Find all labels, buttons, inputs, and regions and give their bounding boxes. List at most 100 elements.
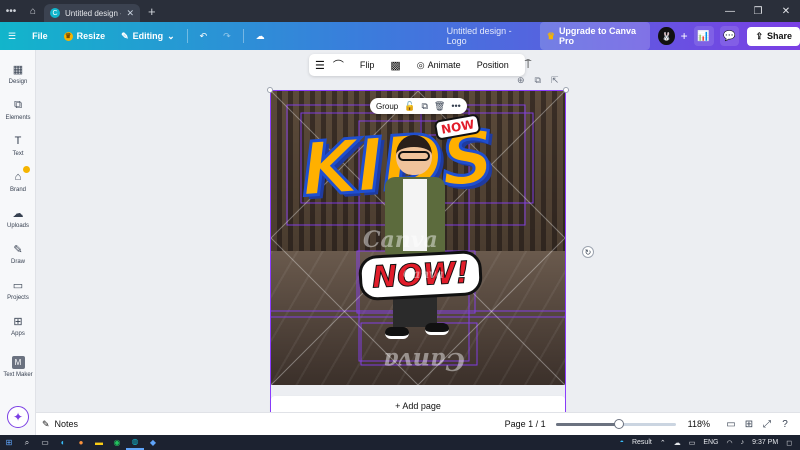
design-icon: ▦ bbox=[12, 63, 24, 76]
clock[interactable]: 9:37 PM bbox=[752, 439, 778, 446]
fullscreen-icon[interactable]: ⤢ bbox=[758, 419, 776, 430]
sidebar-item-apps[interactable]: ⊞ Apps bbox=[0, 314, 36, 338]
sidebar-item-design[interactable]: ▦ Design bbox=[0, 62, 36, 86]
main-menu-icon[interactable]: ☰ bbox=[0, 22, 24, 50]
windows-start-icon[interactable]: ⊞ bbox=[0, 435, 18, 450]
character-glasses bbox=[398, 151, 430, 161]
close-tab-icon[interactable]: ✕ bbox=[126, 8, 134, 19]
magic-assistant-icon[interactable]: ✦ bbox=[7, 406, 29, 428]
trash-icon[interactable]: 🗑 bbox=[434, 101, 445, 112]
insights-chart-icon[interactable]: 📊 bbox=[693, 26, 714, 46]
zoom-slider-thumb[interactable] bbox=[614, 418, 625, 429]
elements-icon: ⧉ bbox=[14, 98, 22, 111]
battery-icon[interactable]: ▭ bbox=[689, 439, 696, 447]
canva-watermark: Canva bbox=[363, 227, 438, 253]
copy-icon[interactable]: ⧉ bbox=[421, 101, 427, 112]
lock-icon[interactable]: 🔓 bbox=[404, 101, 415, 112]
canva-favicon-icon: C bbox=[50, 8, 60, 18]
close-window-icon[interactable]: ✕ bbox=[772, 6, 800, 17]
zoom-slider[interactable] bbox=[555, 418, 676, 429]
resize-button[interactable]: ♛ Resize bbox=[56, 22, 114, 50]
rotate-icon[interactable]: ↻ bbox=[582, 246, 594, 258]
chrome-icon[interactable]: ◉ bbox=[108, 435, 126, 450]
avatar[interactable]: 🐰 bbox=[658, 27, 675, 45]
undo-button[interactable]: ↶ bbox=[192, 22, 216, 50]
notes-icon: ✎ bbox=[42, 418, 50, 429]
sidebar-item-draw[interactable]: ✎ Draw bbox=[0, 242, 36, 266]
share-label: Share bbox=[766, 31, 792, 41]
design-canvas[interactable]: KIDS NOW NOW! Canva Canva Canva bbox=[271, 91, 565, 385]
more-options-icon[interactable]: ••• bbox=[451, 101, 460, 111]
sidebar-item-text[interactable]: T Text bbox=[0, 134, 36, 157]
sidebar-item-label: Text bbox=[12, 151, 24, 157]
add-page-icon[interactable]: ⇱ bbox=[551, 75, 559, 86]
file-menu-button[interactable]: File bbox=[24, 22, 56, 50]
resize-label: Resize bbox=[76, 31, 106, 41]
cloud-save-icon[interactable]: ☁ bbox=[248, 22, 273, 50]
help-icon[interactable]: ? bbox=[776, 419, 794, 430]
align-icon[interactable]: ☰ bbox=[315, 59, 325, 72]
uploads-icon: ☁ bbox=[12, 207, 24, 220]
position-button[interactable]: Position bbox=[477, 60, 509, 70]
resize-handle-top-right[interactable] bbox=[563, 87, 569, 93]
comments-icon[interactable]: 💬 bbox=[719, 26, 740, 46]
editor-header: ☰ File ♛ Resize ✎ Editing ⌄ ↶ ↷ ☁ Untitl… bbox=[0, 22, 800, 50]
maximize-icon[interactable]: ❐ bbox=[744, 6, 772, 17]
divider bbox=[242, 29, 244, 43]
wifi-icon[interactable]: ◠ bbox=[727, 439, 733, 447]
notes-label: Notes bbox=[54, 419, 79, 429]
duplicate-page-icon[interactable]: ⧉ bbox=[535, 75, 541, 86]
new-tab-icon[interactable]: + bbox=[148, 4, 156, 19]
paint-roller-icon[interactable]: ⍑ bbox=[525, 59, 532, 72]
weather-label[interactable]: Result bbox=[632, 439, 652, 446]
resize-handle-top-left[interactable] bbox=[267, 87, 273, 93]
zoom-slider-fill bbox=[555, 422, 620, 426]
workspaces-icon[interactable]: ⌂ bbox=[22, 0, 44, 22]
browser-tab[interactable]: C Untitled design - L... ✕ bbox=[44, 4, 140, 22]
transparency-icon[interactable]: ▩ bbox=[390, 59, 400, 72]
pro-badge bbox=[23, 166, 30, 173]
app-icon[interactable]: ◆ bbox=[144, 435, 162, 450]
grid-view-icon[interactable]: ⊞ bbox=[740, 419, 758, 430]
search-icon[interactable]: ⌕ bbox=[18, 435, 36, 450]
volume-icon[interactable]: ♪ bbox=[741, 439, 745, 446]
animate-button[interactable]: ◎ Animate bbox=[417, 60, 461, 71]
minimize-icon[interactable]: — bbox=[716, 6, 744, 17]
sidebar-item-label: Brand bbox=[9, 187, 26, 193]
tab-title: Untitled design - L... bbox=[65, 8, 121, 18]
document-title[interactable]: Untitled design - Logo bbox=[447, 26, 526, 46]
redo-button[interactable]: ↷ bbox=[215, 22, 239, 50]
task-view-icon[interactable]: ▭ bbox=[36, 435, 54, 450]
file-explorer-icon[interactable]: ▬ bbox=[90, 435, 108, 450]
sidebar-item-brand[interactable]: ⌂ Brand bbox=[0, 166, 36, 193]
sidebar-item-projects[interactable]: ▭ Projects bbox=[0, 278, 36, 302]
page-indicator[interactable]: Page 1 / 1 bbox=[505, 419, 546, 429]
upgrade-button[interactable]: ♛ Upgrade to Canva Pro bbox=[539, 22, 651, 50]
tray-chevron-icon[interactable]: ⌃ bbox=[660, 439, 666, 447]
page-tools: ⊕ ⧉ ⇱ bbox=[517, 75, 559, 86]
share-button[interactable]: ⇪ Share bbox=[747, 26, 800, 46]
notification-icon[interactable]: ◻ bbox=[786, 439, 792, 447]
pencil-icon: ✎ bbox=[121, 30, 129, 41]
animate-label: Animate bbox=[427, 60, 461, 70]
sidebar-item-uploads[interactable]: ☁ Uploads bbox=[0, 206, 36, 230]
editing-mode-button[interactable]: ✎ Editing ⌄ bbox=[113, 22, 183, 50]
flip-button[interactable]: Flip bbox=[360, 60, 375, 70]
pages-view-icon[interactable]: ▭ bbox=[722, 419, 740, 430]
lock-page-icon[interactable]: ⊕ bbox=[517, 75, 525, 86]
curve-icon[interactable]: ⌒ bbox=[333, 57, 344, 73]
projects-icon: ▭ bbox=[12, 279, 24, 292]
zoom-level[interactable]: 118% bbox=[688, 419, 710, 429]
canva-app-icon[interactable]: ◍ bbox=[126, 435, 144, 450]
sidebar-item-elements[interactable]: ⧉ Elements bbox=[0, 98, 36, 122]
browser-menu-icon[interactable]: ••• bbox=[0, 0, 22, 22]
firefox-icon[interactable]: ● bbox=[72, 435, 90, 450]
sidebar-item-text-maker[interactable]: M Text Maker bbox=[0, 356, 36, 378]
group-button[interactable]: Group bbox=[376, 102, 398, 111]
sidebar-item-label: Draw bbox=[10, 259, 25, 265]
notes-button[interactable]: ✎ Notes bbox=[42, 419, 78, 430]
language-indicator[interactable]: ENG bbox=[703, 439, 718, 446]
invite-plus-icon[interactable]: + bbox=[681, 29, 688, 43]
edge-browser-icon[interactable]: ◐ bbox=[54, 435, 72, 450]
cloud-icon[interactable]: ☁ bbox=[674, 439, 681, 447]
